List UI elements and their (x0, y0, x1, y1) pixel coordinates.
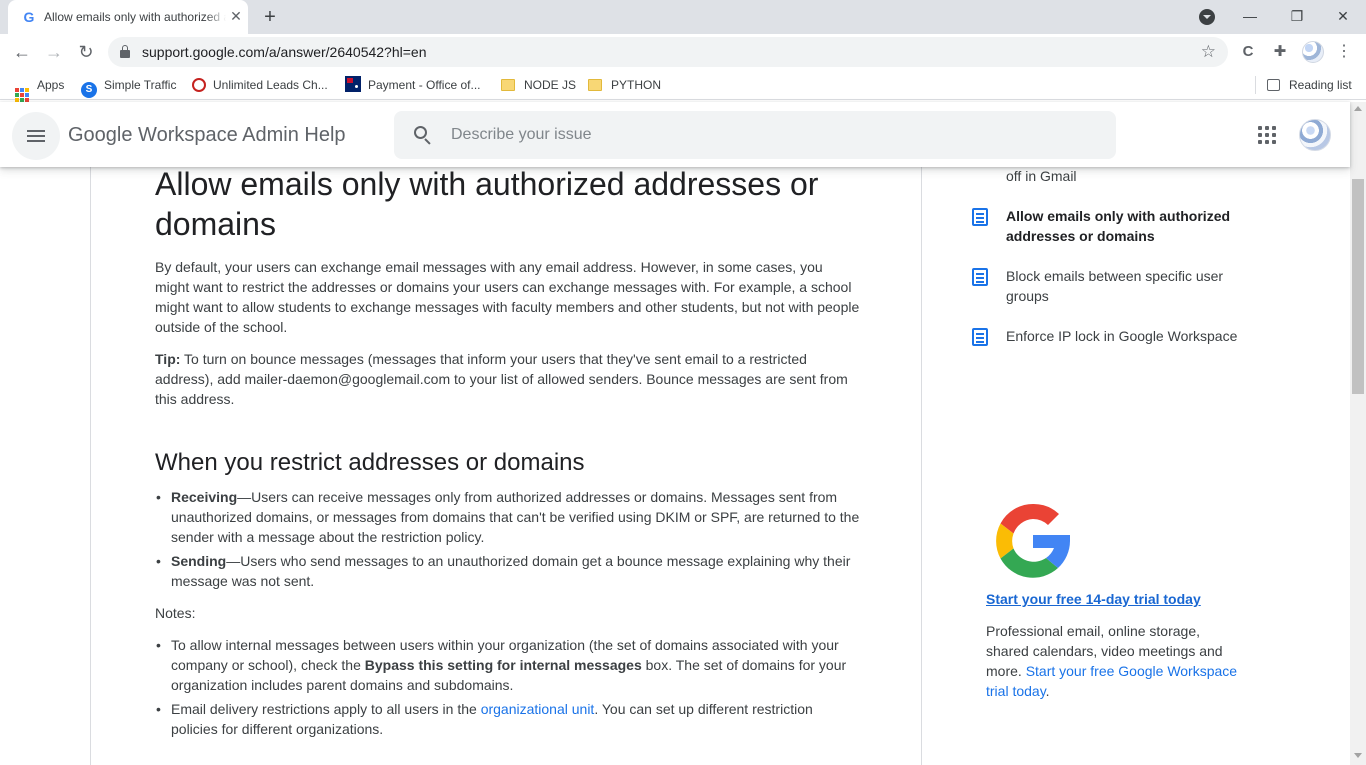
article-body: Allow emails only with authorized addres… (155, 164, 860, 743)
help-search-box[interactable] (394, 111, 1116, 159)
related-item-label: Allow emails only with authorized addres… (1006, 208, 1231, 244)
list-item: To allow internal messages between users… (155, 635, 860, 695)
main-menu-button[interactable] (12, 112, 60, 160)
search-input[interactable] (451, 123, 1091, 147)
folder-icon (588, 79, 602, 91)
lock-icon[interactable] (120, 45, 130, 58)
bookmarks-bar: Apps S Simple Traffic Unlimited Leads Ch.… (0, 70, 1366, 102)
australia-flag-icon (345, 76, 361, 92)
sending-label: Sending (171, 553, 227, 569)
extension-c-icon[interactable]: C (1238, 42, 1258, 62)
bookmark-label: NODE JS (524, 78, 577, 92)
google-g-logo-icon (996, 503, 1070, 578)
section-heading: When you restrict addresses or domains (155, 449, 585, 476)
bookmark-simple-traffic[interactable]: S Simple Traffic (81, 76, 177, 98)
restriction-list: Receiving—Users can receive messages onl… (155, 487, 860, 591)
tip-text: To turn on bounce messages (messages tha… (155, 351, 848, 407)
free-trial-cta-link[interactable]: Start your free 14-day trial today (986, 589, 1201, 609)
receiving-label: Receiving (171, 489, 238, 505)
address-bar[interactable]: support.google.com/a/answer/2640542?hl=e… (108, 37, 1228, 67)
article-icon (972, 328, 988, 346)
bookmark-star-icon[interactable]: ☆ (1201, 42, 1216, 62)
tip-label: Tip: (155, 351, 181, 367)
note-text: Email delivery restrictions apply to all… (171, 701, 481, 717)
folder-icon (501, 79, 515, 91)
related-item-label: Enforce IP lock in Google Workspace (1006, 328, 1238, 344)
notes-colon: : (191, 605, 196, 621)
intro-paragraph: By default, your users can exchange emai… (155, 259, 860, 335)
related-item-label: Block emails between specific user group… (1006, 268, 1224, 304)
list-item: Receiving—Users can receive messages onl… (155, 487, 860, 547)
google-apps-icon[interactable] (1255, 123, 1279, 147)
bookmark-unlimited-leads[interactable]: Unlimited Leads Ch... (192, 76, 328, 94)
scroll-down-arrow-icon[interactable] (1354, 753, 1362, 758)
tab-search-icon[interactable] (1199, 9, 1215, 25)
forward-arrow-icon[interactable]: → (42, 40, 66, 64)
receiving-text: —Users can receive messages only from au… (171, 489, 860, 545)
list-item: Email delivery restrictions apply to all… (155, 699, 860, 739)
related-item-partial[interactable]: off in Gmail (1006, 166, 1077, 186)
scroll-up-arrow-icon[interactable] (1354, 106, 1362, 111)
content-border-left (90, 167, 91, 765)
notes-heading: Notes: (155, 603, 860, 623)
help-center-header: Google Workspace Admin Help (0, 102, 1350, 167)
restore-button[interactable]: ❐ (1274, 4, 1320, 28)
notes-label: Notes (155, 605, 192, 621)
content-border-right (921, 167, 922, 765)
browser-toolbar: ← → ↻ support.google.com/a/answer/264054… (0, 34, 1366, 70)
reload-icon[interactable]: ↻ (74, 40, 98, 64)
tab-title: Allow emails only with authorized addres… (44, 10, 226, 24)
back-arrow-icon[interactable]: ← (10, 40, 34, 64)
scrollbar-thumb[interactable] (1352, 179, 1364, 394)
browser-tab[interactable]: G Allow emails only with authorized addr… (8, 0, 248, 34)
promo-period: . (1045, 683, 1050, 699)
bypass-setting-name: Bypass this setting for internal message… (364, 657, 642, 673)
tip-paragraph: Tip: To turn on bounce messages (message… (155, 349, 860, 409)
bookmark-python[interactable]: PYTHON (588, 76, 661, 94)
profile-avatar-icon[interactable] (1302, 41, 1324, 63)
notes-list: To allow internal messages between users… (155, 635, 860, 739)
bookmark-label: Unlimited Leads Ch... (213, 78, 328, 92)
bookmark-label: Payment - Office of... (368, 78, 481, 92)
product-name[interactable]: Google Workspace Admin Help (68, 124, 346, 147)
close-window-button[interactable]: ✕ (1320, 4, 1366, 28)
bookmark-label: Apps (37, 78, 65, 92)
promo-description: Professional email, online storage, shar… (986, 621, 1246, 701)
simple-traffic-icon: S (81, 82, 97, 98)
page-scrollbar[interactable] (1350, 102, 1366, 765)
article-icon (972, 268, 988, 286)
unlimited-leads-icon (192, 78, 206, 92)
tab-strip: G Allow emails only with authorized addr… (0, 0, 1366, 34)
organizational-unit-link[interactable]: organizational unit (481, 701, 595, 717)
apps-grid-icon (14, 87, 30, 103)
tab-close-icon[interactable]: ✕ (228, 8, 244, 24)
bookmark-payment[interactable]: Payment - Office of... (345, 76, 481, 94)
reading-list-icon (1267, 79, 1280, 91)
article-icon (972, 208, 988, 226)
search-icon[interactable] (414, 126, 432, 145)
account-avatar[interactable] (1299, 119, 1331, 151)
reading-list-label: Reading list (1289, 78, 1352, 92)
bookmarks-divider (1255, 76, 1256, 94)
article-title: Allow emails only with authorized addres… (155, 166, 819, 242)
bookmark-label: PYTHON (611, 78, 662, 92)
bookmark-label: Simple Traffic (104, 78, 177, 92)
google-favicon-icon: G (23, 9, 35, 25)
bookmark-apps[interactable]: Apps (14, 76, 65, 102)
reading-list-button[interactable]: Reading list (1267, 76, 1352, 94)
new-tab-button[interactable]: + (259, 6, 281, 28)
extensions-puzzle-icon[interactable]: ✚ (1270, 42, 1290, 62)
url-text[interactable]: support.google.com/a/answer/2640542?hl=e… (142, 44, 426, 60)
bookmark-node-js[interactable]: NODE JS (501, 76, 576, 94)
minimize-button[interactable]: — (1227, 4, 1273, 28)
list-item: Sending—Users who send messages to an un… (155, 551, 860, 591)
chrome-menu-icon[interactable]: ⋮ (1336, 42, 1352, 62)
sending-text: —Users who send messages to an unauthori… (171, 553, 851, 589)
